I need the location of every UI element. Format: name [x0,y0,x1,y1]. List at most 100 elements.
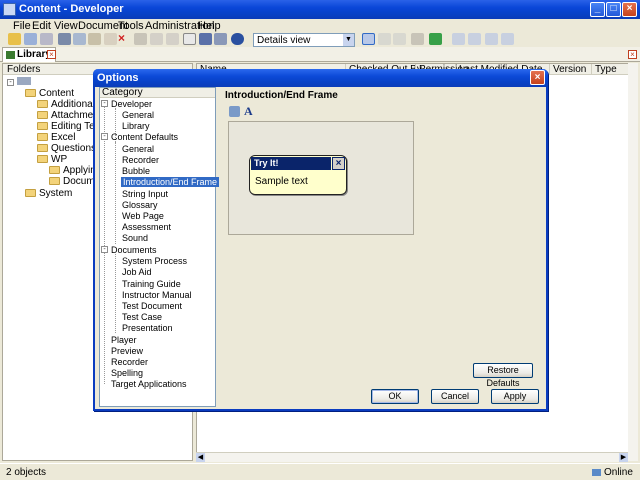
category-cd-sound[interactable]: Sound [122,233,148,243]
folder-icon [37,133,48,142]
menu-help[interactable]: Help [198,20,221,32]
category-tree: Category - Developer General Library - C… [99,87,220,407]
check-in-icon[interactable] [452,33,465,45]
paste-icon[interactable] [88,33,101,45]
help-icon[interactable] [231,33,244,45]
new-folder-icon[interactable] [8,33,21,45]
category-recorder[interactable]: Recorder [111,357,148,367]
close-button[interactable]: × [622,2,637,17]
category-cd-recorder[interactable]: Recorder [122,155,159,165]
column-type[interactable]: Type [591,64,617,75]
category-doc-test-document[interactable]: Test Document [122,301,182,311]
category-doc-system-process[interactable]: System Process [122,256,187,266]
app-icon [3,3,16,16]
dialog-close-button[interactable]: × [530,70,545,85]
collapse-developer-icon[interactable]: - [101,100,108,107]
split-view-icon[interactable] [393,33,406,45]
close-tab-icon[interactable]: × [47,50,56,59]
category-doc-test-case[interactable]: Test Case [122,312,162,322]
tree-item-content[interactable]: Content [25,88,74,99]
list-view-icon[interactable] [378,33,391,45]
column-version[interactable]: Version [549,64,586,75]
minimize-button[interactable]: _ [590,2,605,17]
find-icon[interactable] [199,33,212,45]
delete-icon[interactable]: × [118,32,131,45]
close-pane-icon[interactable]: × [628,50,637,59]
tree-item-excel[interactable]: Excel [37,132,75,143]
details-view-icon[interactable] [362,33,375,45]
category-doc-instructor-manual[interactable]: Instructor Manual [122,290,192,300]
category-cd-bubble[interactable]: Bubble [122,166,150,176]
scroll-left-icon[interactable]: ◀ [196,453,205,462]
font-icon[interactable]: A [244,104,256,118]
copy-icon[interactable] [73,33,86,45]
scroll-right-icon[interactable]: ▶ [619,453,628,462]
apply-button[interactable]: Apply [491,389,539,404]
preview-bubble: Try It! × Sample text [249,155,347,195]
view-select-value: Details view [257,35,311,46]
tree-item-system[interactable]: System [25,188,72,199]
tab-library[interactable]: Library × [2,47,56,62]
menu-bar: File Edit View Document Tools Administra… [0,19,640,33]
menu-view[interactable]: View [54,20,78,32]
outline-view-icon[interactable] [411,33,424,45]
status-bar: 2 objects Online [0,463,640,480]
folder-icon [25,189,36,198]
tree-line [115,254,116,333]
category-doc-presentation[interactable]: Presentation [122,323,173,333]
chevron-down-icon[interactable]: ▼ [343,34,354,46]
category-player[interactable]: Player [111,335,137,345]
open-icon[interactable] [24,33,37,45]
cut-icon[interactable] [58,33,71,45]
collapse-icon[interactable]: - [7,79,14,86]
category-target-applications[interactable]: Target Applications [111,379,187,389]
ok-button[interactable]: OK [371,389,419,404]
spelling-icon[interactable] [214,33,227,45]
dialog-title-bar[interactable]: Options × [93,69,548,87]
menu-file[interactable]: File [13,20,31,32]
category-doc-job-aid[interactable]: Job Aid [122,267,152,277]
category-cd-glossary[interactable]: Glossary [122,200,158,210]
maximize-button[interactable]: □ [606,2,621,17]
view-select[interactable]: Details view ▼ [253,33,355,47]
category-preview[interactable]: Preview [111,346,143,356]
save-icon[interactable] [40,33,53,45]
category-cd-intro-end-frame[interactable]: Introduction/End Frame [121,177,220,187]
category-cd-general[interactable]: General [122,144,154,154]
category-developer-library[interactable]: Library [122,121,150,131]
folder-icon [25,89,36,98]
category-spelling[interactable]: Spelling [111,368,143,378]
tree-item-wp[interactable]: WP [37,154,67,165]
horizontal-scrollbar[interactable]: ◀ ▶ [196,452,628,462]
redo-icon[interactable] [166,33,179,45]
category-documents[interactable]: Documents [111,245,157,255]
paste-special-icon[interactable] [104,33,117,45]
vertical-scrollbar[interactable] [628,63,638,461]
category-developer[interactable]: Developer [111,99,152,109]
menu-edit[interactable]: Edit [32,20,51,32]
undo-icon[interactable] [150,33,163,45]
properties-icon[interactable] [134,33,147,45]
category-doc-training-guide[interactable]: Training Guide [122,279,181,289]
refresh-icon[interactable] [429,33,442,45]
tree-root[interactable]: - [7,76,31,87]
expand-icon[interactable] [183,33,196,45]
category-cd-assessment[interactable]: Assessment [122,222,171,232]
library-icon [6,51,15,59]
category-content-defaults[interactable]: Content Defaults [111,132,178,142]
restore-defaults-button[interactable]: Restore Defaults [473,363,533,388]
folder-icon [49,177,60,186]
collapse-documents-icon[interactable]: - [101,246,108,253]
publish-icon[interactable] [485,33,498,45]
bubble-icon-picker[interactable] [229,106,240,117]
collapse-content-defaults-icon[interactable]: - [101,133,108,140]
history-icon[interactable] [501,33,514,45]
category-cd-string-input[interactable]: String Input [122,189,168,199]
category-cd-web-page[interactable]: Web Page [122,211,164,221]
window-title-bar[interactable]: Content - Developer _ □ × [0,0,640,19]
check-out-icon[interactable] [468,33,481,45]
folder-icon [37,100,48,109]
category-developer-general[interactable]: General [122,110,154,120]
cancel-button[interactable]: Cancel [431,389,479,404]
folder-icon [37,122,48,131]
